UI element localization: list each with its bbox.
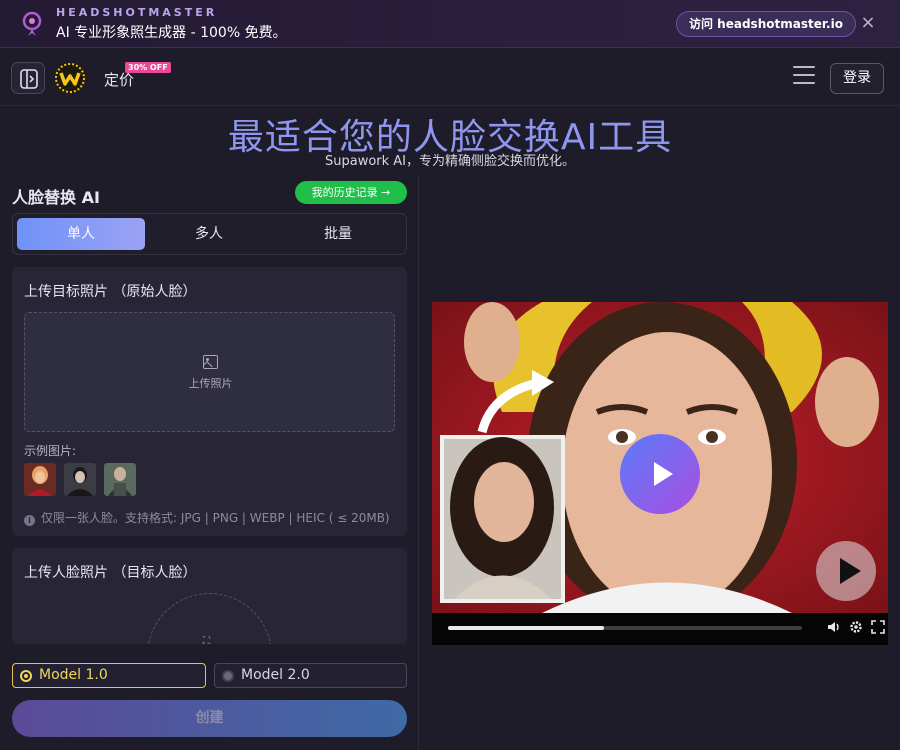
- image-icon: [203, 355, 218, 369]
- promo-banner: HEADSHOTMASTER AI 专业形象照生成器 - 100% 免费。 访问…: [0, 0, 900, 48]
- model-2-option[interactable]: Model 2.0: [214, 663, 407, 688]
- play-overlay-icon[interactable]: [816, 541, 876, 601]
- sidebar-toggle-button[interactable]: [11, 62, 45, 94]
- model-1-option[interactable]: Model 1.0: [12, 663, 206, 688]
- discount-badge: 30% OFF: [125, 62, 171, 73]
- info-icon: i: [24, 515, 35, 526]
- target-photo-dropzone[interactable]: 上传照片: [24, 312, 395, 432]
- supawork-logo[interactable]: [54, 62, 86, 94]
- format-note-text: 仅限一张人脸。支持格式: JPG | PNG | WEBP | HEIC ( ≤…: [41, 511, 390, 525]
- history-button[interactable]: 我的历史记录 →: [295, 181, 407, 204]
- radio-unselected: [222, 670, 234, 682]
- face-upload-card: 上传人脸照片 （目标人脸） ⛶: [12, 548, 407, 644]
- face-upload-title: 上传人脸照片 （目标人脸）: [24, 565, 197, 581]
- sidebar-toggle-icon: [20, 69, 38, 89]
- mode-tabs: 单人 多人 批量: [12, 213, 407, 255]
- top-nav: 定价 30% OFF 登录: [0, 48, 900, 106]
- visit-headshotmaster-button[interactable]: 访问 headshotmaster.io: [676, 11, 856, 37]
- face-photo-dropzone[interactable]: ⛶: [147, 593, 272, 644]
- create-button[interactable]: 创建: [12, 700, 407, 737]
- upload-photo-label: 上传照片: [188, 377, 233, 390]
- play-button[interactable]: [620, 434, 700, 514]
- page-subtitle: Supawork AI，专为精确侧脸交换而优化。: [324, 154, 576, 169]
- examples-label: 示例图片:: [24, 444, 77, 458]
- demo-video[interactable]: [432, 302, 888, 645]
- gear-icon[interactable]: [848, 620, 864, 636]
- model-2-label: Model 2.0: [241, 667, 310, 683]
- menu-icon[interactable]: [793, 66, 815, 86]
- panel-divider: [418, 176, 419, 750]
- video-controls: [432, 613, 888, 645]
- format-note: i 仅限一张人脸。支持格式: JPG | PNG | WEBP | HEIC ( …: [24, 509, 390, 526]
- video-progress-fill: [448, 626, 604, 630]
- headshotmaster-logo: [22, 11, 42, 36]
- tab-single[interactable]: 单人: [17, 218, 145, 250]
- close-icon[interactable]: ×: [858, 12, 878, 34]
- face-scan-icon: ⛶: [203, 636, 210, 644]
- example-thumbnail[interactable]: [24, 463, 56, 496]
- target-upload-card: 上传目标照片 （原始人脸） 上传照片 示例图片: i 仅限一张人脸。支持格式: J…: [12, 267, 407, 536]
- promo-brand: HEADSHOTMASTER: [56, 6, 218, 19]
- example-thumbnail[interactable]: [64, 463, 96, 496]
- panel-title: 人脸替换 AI: [12, 188, 100, 207]
- model-1-label: Model 1.0: [39, 667, 108, 683]
- example-thumbnail[interactable]: [104, 463, 136, 496]
- tab-multiple[interactable]: 多人: [145, 218, 273, 250]
- speaker-icon[interactable]: [826, 620, 842, 636]
- login-button[interactable]: 登录: [830, 63, 884, 94]
- promo-text: AI 专业形象照生成器 - 100% 免费。: [56, 25, 287, 41]
- target-upload-title: 上传目标照片 （原始人脸）: [24, 284, 197, 300]
- radio-selected: [20, 670, 32, 682]
- tab-batch[interactable]: 批量: [274, 218, 402, 250]
- video-progress-bar[interactable]: [448, 626, 802, 630]
- fullscreen-icon[interactable]: [870, 620, 886, 636]
